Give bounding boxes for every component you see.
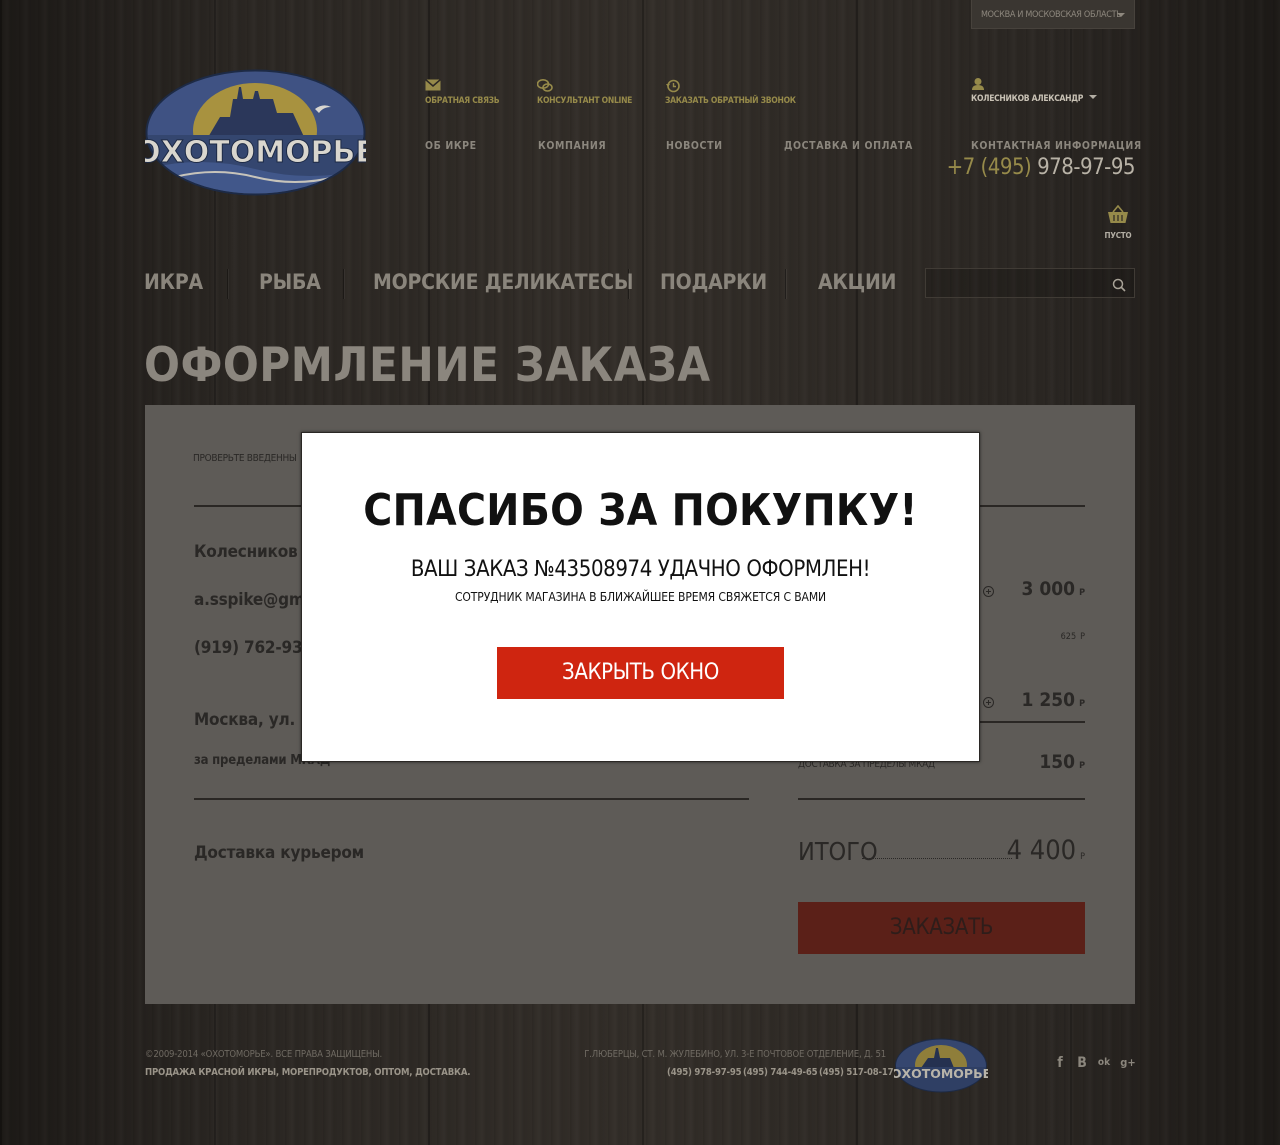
checkout-hint: ПРОВЕРЬТЕ ВВЕДЕННЫ (193, 453, 297, 464)
divider (194, 798, 749, 800)
search-input[interactable] (925, 268, 1135, 298)
callback-icon (665, 79, 796, 93)
delivery-method[interactable]: Доставка курьером (194, 843, 364, 863)
nav-delivery-payment[interactable]: ДОСТАВКА И ОПЛАТА (784, 140, 913, 152)
footer-copyright: ©2009-2014 «ОХОТОМОРЬЕ». ВСЕ ПРАВА ЗАЩИЩ… (145, 1049, 382, 1060)
currency-symbol: Р (1079, 699, 1085, 709)
basket-icon (1107, 204, 1129, 229)
region-label: МОСКВА И МОСКОВСКАЯ ОБЛАСТЬ (981, 10, 1122, 20)
page-title: ОФОРМЛЕНИЕ ЗАКАЗА (144, 338, 711, 393)
divider (798, 798, 1085, 800)
email-field[interactable]: a.sspike@gma (194, 590, 315, 610)
currency-symbol: Р (1080, 852, 1085, 862)
modal-title: СПАСИБО ЗА ПОКУПКУ! (363, 485, 918, 536)
menu-caviar[interactable]: ИКРА (144, 270, 203, 294)
footer-phone[interactable]: (495) 744-49-65 (743, 1067, 818, 1078)
place-order-button[interactable]: ЗАКАЗАТЬ (798, 902, 1085, 954)
facebook-icon[interactable]: f (1052, 1055, 1068, 1071)
menu-divider (785, 269, 786, 299)
currency-symbol: Р (1079, 588, 1085, 598)
vk-icon[interactable]: В (1074, 1055, 1090, 1071)
item-unit-price-value: 625 (1060, 632, 1077, 642)
total-label: ИТОГО (798, 837, 878, 866)
consultant-label: КОНСУЛЬТАНТ ONLINE (537, 96, 633, 106)
delivery-price-value: 150 (1039, 751, 1076, 773)
googleplus-icon[interactable]: g+ (1120, 1055, 1136, 1071)
footer-logo[interactable]: ОХОТОМОРЬЕ (891, 1038, 991, 1093)
currency-symbol: Р (1079, 761, 1085, 771)
feedback-link[interactable]: ОБРАТНАЯ СВЯЗЬ (425, 78, 500, 106)
item-price-value: 1 250 (1021, 689, 1076, 711)
phone-code: +7 (495) (946, 155, 1032, 180)
modal-order-confirmation: ВАШ ЗАКАЗ №43508974 УДАЧНО ОФОРМЛЕН! (410, 557, 871, 582)
contact-info-title: КОНТАКТНАЯ ИНФОРМАЦИЯ (971, 140, 1142, 152)
customer-name-field[interactable]: Колесников А (194, 542, 314, 562)
user-name: КОЛЕСНИКОВ АЛЕКСАНДР (971, 94, 1084, 104)
logo-emblem-icon: ОХОТОМОРЬЕ (891, 1038, 991, 1093)
total-value: 4 400 (1006, 835, 1077, 866)
svg-text:ОХОТОМОРЬЕ: ОХОТОМОРЬЕ (894, 1066, 988, 1081)
item-unit-price: 625 Р (980, 632, 1085, 642)
svg-text:ОХОТОМОРЬЕ: ОХОТОМОРЬЕ (145, 135, 366, 170)
nav-news[interactable]: НОВОСТИ (666, 140, 723, 152)
footer-address: Г.ЛЮБЕРЦЫ, СТ. М. ЖУЛЕБИНО, УЛ. 3-Е ПОЧТ… (584, 1049, 886, 1060)
chevron-down-icon (1117, 13, 1125, 17)
header-phone[interactable]: +7 (495) 978-97-95 (946, 155, 1136, 180)
menu-divider (227, 269, 228, 299)
item-price: 3 000 Р (980, 578, 1085, 600)
modal-note: СОТРУДНИК МАГАЗИНА В БЛИЖАЙШЕЕ ВРЕМЯ СВЯ… (454, 590, 827, 604)
nav-about-caviar[interactable]: ОБ ИКРЕ (425, 140, 477, 152)
site-logo[interactable]: ОХОТОМОРЬЕ (135, 69, 376, 196)
footer-slogan: ПРОДАЖА КРАСНОЙ ИКРЫ, МОРЕПРОДУКТОВ, ОПТ… (145, 1067, 471, 1078)
menu-divider (343, 269, 344, 299)
chat-icon (536, 79, 632, 93)
close-modal-button[interactable]: ЗАКРЫТЬ ОКНО (497, 647, 784, 699)
chevron-down-icon (1089, 95, 1098, 99)
menu-promotions[interactable]: АКЦИИ (818, 270, 896, 294)
menu-divider (628, 269, 629, 299)
menu-fish[interactable]: РЫБА (259, 270, 321, 294)
logo-emblem-icon: ОХОТОМОРЬЕ (135, 69, 376, 196)
consultant-online-link[interactable]: КОНСУЛЬТАНТ ONLINE (536, 79, 633, 106)
cart-widget[interactable]: ПУСТО (1101, 204, 1135, 240)
envelope-icon (425, 78, 499, 93)
footer-phone[interactable]: (495) 517-08-17 (819, 1067, 894, 1078)
delivery-price: 150 Р (980, 751, 1085, 773)
nav-company[interactable]: КОМПАНИЯ (538, 140, 606, 152)
item-price: 1 250 Р (980, 689, 1085, 711)
odnoklassniki-icon[interactable]: ok (1096, 1055, 1112, 1071)
item-price-value: 3 000 (1021, 578, 1076, 600)
user-icon (971, 77, 1097, 91)
menu-gifts[interactable]: ПОДАРКИ (660, 270, 767, 294)
menu-seafood-delicacies[interactable]: МОРСКИЕ ДЕЛИКАТЕСЫ (373, 270, 633, 294)
order-success-modal: СПАСИБО ЗА ПОКУПКУ! ВАШ ЗАКАЗ №43508974 … (301, 432, 980, 762)
feedback-label: ОБРАТНАЯ СВЯЗЬ (425, 96, 500, 106)
region-selector[interactable]: МОСКВА И МОСКОВСКАЯ ОБЛАСТЬ (971, 0, 1135, 29)
callback-label: ЗАКАЗАТЬ ОБРАТНЫЙ ЗВОНОК (665, 96, 796, 106)
callback-link[interactable]: ЗАКАЗАТЬ ОБРАТНЫЙ ЗВОНОК (665, 79, 796, 106)
currency-symbol: Р (1080, 632, 1085, 642)
user-menu[interactable]: КОЛЕСНИКОВ АЛЕКСАНДР (971, 77, 1098, 104)
phone-number: 978-97-95 (1037, 155, 1135, 180)
total-amount: 4 400 Р (960, 835, 1085, 866)
footer-phone[interactable]: (495) 978-97-95 (667, 1067, 742, 1078)
search-icon[interactable] (1112, 277, 1126, 296)
cart-status: ПУСТО (1104, 231, 1132, 240)
